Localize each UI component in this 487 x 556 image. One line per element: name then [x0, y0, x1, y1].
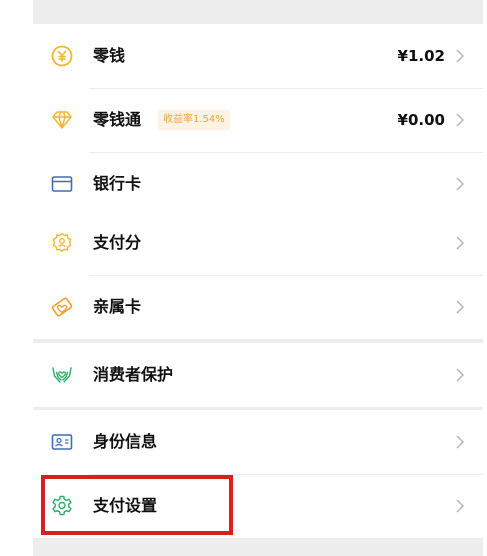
chevron-right-icon — [456, 498, 464, 514]
diamond-icon — [50, 108, 74, 132]
list-item-label: 支付分 — [93, 233, 142, 252]
chevron-right-icon — [456, 367, 464, 383]
hands-heart-icon — [50, 363, 74, 387]
family-card-icon — [50, 295, 74, 319]
highlight-box — [41, 475, 233, 535]
list-item-consumer-protection[interactable]: 消费者保护 — [33, 343, 483, 407]
balance-value: ¥0.00 — [397, 111, 445, 129]
yield-rate-badge: 收益率1.54% — [158, 110, 230, 130]
protection-group: 消费者保护 — [33, 343, 483, 407]
wallet-panel: 零钱 ¥1.02 零钱通 收益率1.54% ¥0.00 银行卡 支付分 亲属卡 … — [33, 0, 483, 556]
balance-value: ¥1.02 — [397, 47, 445, 65]
services-group: 支付分 亲属卡 — [33, 211, 483, 339]
chevron-right-icon — [456, 299, 464, 315]
list-item-bank-card[interactable]: 银行卡 — [33, 152, 483, 216]
wallet-group: 零钱 ¥1.02 零钱通 收益率1.54% ¥0.00 银行卡 — [33, 24, 483, 216]
score-badge-icon — [50, 231, 74, 255]
list-item-label: 零钱通 — [93, 110, 142, 129]
card-icon — [50, 172, 74, 196]
chevron-right-icon — [456, 235, 464, 251]
list-item-change[interactable]: 零钱 ¥1.02 — [33, 24, 483, 88]
list-item-label: 银行卡 — [93, 174, 142, 193]
id-card-icon — [50, 430, 74, 454]
list-item-label: 消费者保护 — [93, 365, 174, 384]
chevron-right-icon — [456, 48, 464, 64]
chevron-right-icon — [456, 434, 464, 450]
list-item-identity-info[interactable]: 身份信息 — [33, 410, 483, 474]
chevron-right-icon — [456, 112, 464, 128]
list-item-label: 零钱 — [93, 46, 126, 65]
list-item-fund[interactable]: 零钱通 收益率1.54% ¥0.00 — [33, 88, 483, 152]
coin-icon — [50, 44, 74, 68]
list-item-label: 身份信息 — [93, 432, 158, 451]
list-item-pay-score[interactable]: 支付分 — [33, 211, 483, 275]
list-item-family-card[interactable]: 亲属卡 — [33, 275, 483, 339]
chevron-right-icon — [456, 176, 464, 192]
list-item-label: 亲属卡 — [93, 297, 142, 316]
